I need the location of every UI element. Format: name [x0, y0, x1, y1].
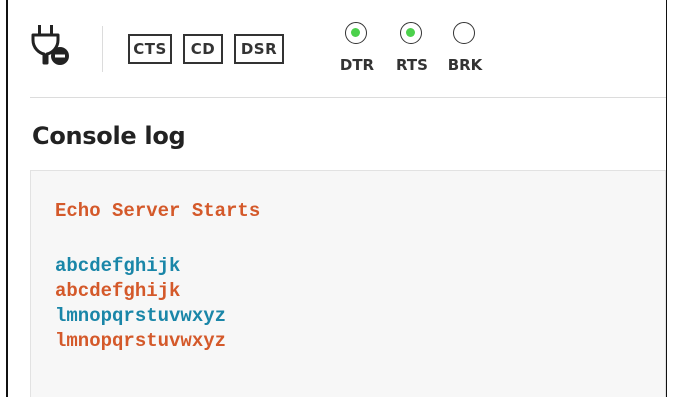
toolbar: CTS CD DSR DTR RTS BRK [30, 18, 660, 78]
console-log-panel[interactable]: Echo Server Starts abcdefghijk abcdefghijk… [30, 170, 666, 397]
dtr-toggle[interactable]: DTR [333, 22, 381, 78]
console-line: lmnopqrstuvwxyz [55, 330, 227, 352]
rts-label: RTS [396, 56, 428, 74]
app-frame: CTS CD DSR DTR RTS BRK Console log Echo … [0, 0, 684, 397]
dsr-indicator: DSR [234, 34, 284, 64]
brk-label: BRK [447, 56, 483, 74]
dtr-led-dot [351, 28, 360, 37]
brk-led [453, 22, 475, 44]
rts-led [400, 22, 422, 44]
console-line: abcdefghijk [55, 255, 181, 277]
console-line: lmnopqrstuvwxyz [55, 305, 227, 327]
plug-disconnected-icon[interactable] [30, 23, 72, 69]
cts-indicator: CTS [128, 34, 172, 64]
rts-led-dot [406, 28, 415, 37]
right-border [666, 0, 667, 397]
dtr-label: DTR [339, 56, 375, 74]
left-border [6, 0, 8, 397]
console-line: abcdefghijk [55, 280, 181, 302]
console-title: Console log [32, 122, 186, 150]
brk-toggle[interactable]: BRK [441, 22, 489, 78]
cd-indicator: CD [183, 34, 223, 64]
console-line: Echo Server Starts [55, 200, 261, 222]
rts-toggle[interactable]: RTS [388, 22, 436, 78]
toolbar-divider [30, 97, 666, 98]
dtr-led [345, 22, 367, 44]
console-lines: Echo Server Starts abcdefghijk abcdefghijk… [55, 199, 260, 354]
toolbar-separator [102, 26, 103, 72]
